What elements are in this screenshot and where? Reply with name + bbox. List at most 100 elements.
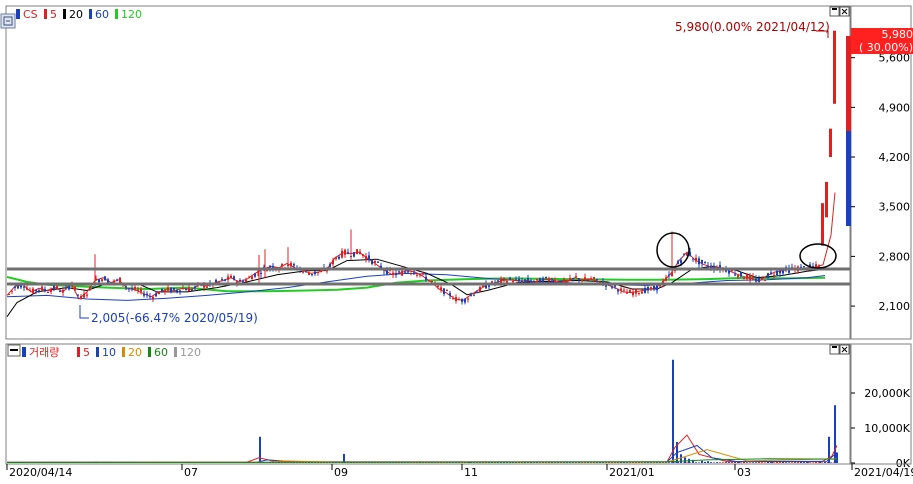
candle-body bbox=[35, 290, 37, 291]
candle-body bbox=[518, 279, 520, 281]
candle-body bbox=[116, 280, 118, 281]
candle-body bbox=[164, 290, 166, 293]
candle-body bbox=[128, 288, 130, 289]
candle-body bbox=[575, 276, 577, 277]
candle-body bbox=[77, 295, 79, 296]
candle-body bbox=[311, 274, 313, 275]
candle-body bbox=[626, 292, 628, 294]
candle-body bbox=[497, 280, 499, 281]
candle-body bbox=[581, 280, 583, 281]
volume-legend-marker-120 bbox=[174, 347, 177, 357]
candle-body bbox=[443, 288, 445, 294]
volume-legend-marker-60 bbox=[148, 347, 151, 357]
volume-panel-frame bbox=[6, 344, 850, 464]
candle-body bbox=[578, 278, 580, 280]
volume-bar bbox=[684, 457, 686, 463]
candle-body bbox=[728, 270, 730, 273]
candle-body bbox=[74, 287, 76, 291]
candle-body bbox=[119, 277, 121, 282]
candle-body bbox=[59, 291, 61, 292]
candle-body bbox=[416, 275, 418, 276]
price-legend-label-5: 5 bbox=[50, 8, 57, 21]
candle-body bbox=[215, 280, 217, 282]
candle-body bbox=[704, 262, 706, 263]
candle-body bbox=[437, 286, 439, 287]
high-price-annotation: 5,980(0.00% 2021/04/12) bbox=[675, 20, 830, 34]
candle-body bbox=[218, 281, 220, 282]
candle-body bbox=[14, 287, 16, 288]
price-panel-maximize-button[interactable] bbox=[830, 7, 839, 16]
candle-body bbox=[650, 287, 652, 289]
volume-bar-small bbox=[821, 462, 823, 463]
candle-body bbox=[620, 288, 622, 290]
volume-axis-label: 10,000K bbox=[864, 422, 910, 435]
candle-body bbox=[584, 277, 586, 279]
candle-body bbox=[44, 289, 46, 290]
volume-bar-small bbox=[734, 462, 736, 463]
candle-body bbox=[533, 282, 535, 283]
volume-bar-small bbox=[722, 462, 724, 463]
volume-bar-small bbox=[686, 462, 688, 463]
candle-body bbox=[140, 289, 142, 292]
candle-body bbox=[248, 277, 250, 278]
date-axis-label: 11 bbox=[464, 466, 478, 479]
candle-body bbox=[779, 271, 781, 273]
price-legend-marker-20 bbox=[63, 9, 66, 19]
volume-bar-small bbox=[710, 462, 712, 463]
volume-bar-small bbox=[731, 462, 733, 463]
volume-bar-small bbox=[788, 462, 790, 463]
candle-body bbox=[314, 271, 316, 274]
candle-body bbox=[452, 298, 454, 299]
candle-body bbox=[479, 287, 481, 291]
price-legend-label-20: 20 bbox=[69, 8, 83, 21]
volume-bar-small bbox=[830, 462, 832, 463]
candle-body bbox=[83, 294, 85, 298]
chart-settings-icon[interactable] bbox=[1, 14, 15, 28]
candle-body bbox=[512, 281, 514, 282]
candle-body bbox=[701, 260, 703, 263]
candle-body bbox=[92, 287, 94, 288]
candle-body bbox=[260, 273, 262, 274]
volume-bar-small bbox=[728, 462, 730, 463]
surge-candle bbox=[825, 182, 828, 217]
volume-bar-small bbox=[746, 462, 748, 463]
price-legend-marker-60 bbox=[89, 9, 92, 19]
date-axis: 2020/04/140709112021/01032021/04/19 bbox=[7, 464, 913, 479]
current-price-value: 5,980 bbox=[851, 28, 913, 41]
candle-body bbox=[545, 277, 547, 278]
volume-legend-label-60: 60 bbox=[154, 346, 168, 359]
candle-body bbox=[413, 273, 415, 275]
candle-body bbox=[755, 279, 757, 282]
candle-body bbox=[182, 288, 184, 289]
candle-body bbox=[356, 249, 358, 254]
volume-bar-small bbox=[704, 462, 706, 463]
volume-bar-small bbox=[794, 462, 796, 463]
candle-body bbox=[782, 271, 784, 273]
candle-body bbox=[329, 264, 331, 267]
candle-body bbox=[317, 272, 319, 273]
candle-body bbox=[50, 290, 52, 292]
price-axis-label: 2,100 bbox=[879, 300, 911, 313]
candle-body bbox=[68, 286, 70, 289]
volume-panel-maximize-button[interactable] bbox=[830, 345, 839, 354]
candle-body bbox=[245, 280, 247, 282]
surge-candle bbox=[821, 203, 824, 246]
candle-body bbox=[707, 266, 709, 268]
candle-body bbox=[752, 277, 754, 278]
volume-bar-small bbox=[719, 462, 721, 463]
candle-body bbox=[761, 278, 763, 279]
volume-bar-small bbox=[809, 462, 811, 463]
volume-bar-small bbox=[761, 462, 763, 463]
volume-bar bbox=[771, 462, 773, 463]
price-axis-label: 3,500 bbox=[879, 201, 911, 214]
candle-body bbox=[230, 276, 232, 279]
candle-body bbox=[233, 276, 235, 279]
volume-panel-close-button[interactable] bbox=[840, 345, 849, 354]
volume-bar-small bbox=[698, 462, 700, 463]
candle-body bbox=[239, 280, 241, 281]
candle-body bbox=[125, 287, 127, 288]
chart-canvas: CS 52060120 거래량 5102060120 bbox=[0, 0, 913, 480]
candle-body bbox=[539, 278, 541, 283]
candle-body bbox=[221, 279, 223, 280]
price-panel-close-button[interactable] bbox=[840, 7, 849, 16]
